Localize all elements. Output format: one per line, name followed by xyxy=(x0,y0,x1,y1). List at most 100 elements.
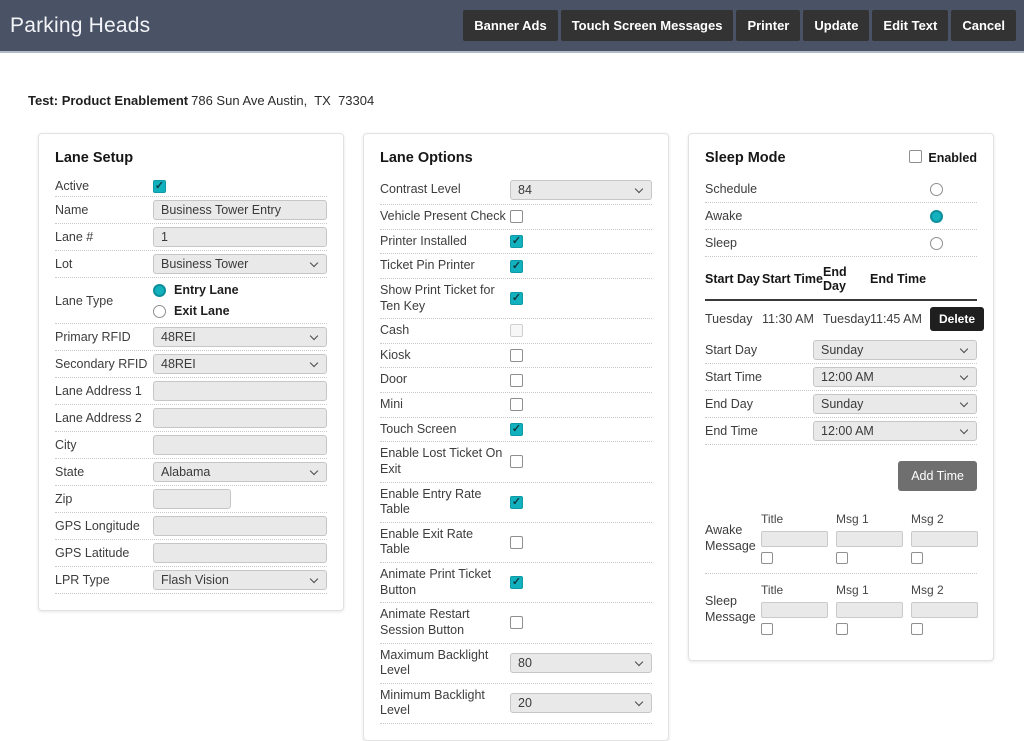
message-column-header: Msg 2 xyxy=(911,512,944,526)
field-row-gps-latitude: GPS Latitude xyxy=(55,540,327,567)
enabled-label: Enabled xyxy=(928,151,977,165)
lot-select[interactable]: Business Tower xyxy=(153,254,327,274)
field-control: 12:00 AM xyxy=(813,421,977,441)
vehicle-present-check-checkbox[interactable] xyxy=(510,210,523,224)
toolbar-button-edit-text[interactable]: Edit Text xyxy=(872,10,949,41)
panel-title-sleep-mode: Sleep Mode xyxy=(705,150,786,166)
site-info: Test: Product Enablement 786 Sun Ave Aust… xyxy=(28,93,1024,108)
field-control: ✓ xyxy=(510,576,652,590)
field-label: End Time xyxy=(705,424,758,438)
awake-message-title-checkbox[interactable] xyxy=(761,552,773,564)
enable-entry-rate-table-checkbox[interactable]: ✓ xyxy=(510,495,523,509)
show-print-ticket-for-ten-key-checkbox[interactable]: ✓ xyxy=(510,292,523,305)
city-input[interactable] xyxy=(153,435,327,455)
chevron-down-icon xyxy=(959,371,969,380)
awake-radio[interactable] xyxy=(930,209,943,223)
sleep-message-msg-2-checkbox[interactable] xyxy=(911,623,923,635)
secondary-rfid-select[interactable]: 48REI xyxy=(153,354,327,374)
schedule-row: Tuesday 11:30 AM Tuesday 11:45 AM Delete xyxy=(705,301,985,337)
animate-print-ticket-button-checkbox[interactable]: ✓ xyxy=(510,576,523,590)
field-control: Business Tower Entry xyxy=(153,200,327,220)
end-day-select[interactable]: Sunday xyxy=(813,394,977,414)
add-time-button[interactable]: Add Time xyxy=(898,461,977,491)
field-control xyxy=(153,543,327,563)
field-label: Animate Restart Session Button xyxy=(380,607,470,637)
door-checkbox[interactable] xyxy=(510,373,523,387)
sleep-mode-row-sleep: Sleep xyxy=(705,230,977,257)
zip-input[interactable] xyxy=(153,489,231,509)
sleep-radio[interactable] xyxy=(930,236,943,250)
awake-message-msg-2-checkbox[interactable] xyxy=(911,552,923,564)
field-label: Start Time xyxy=(705,370,762,384)
primary-rfid-select[interactable]: 48REI xyxy=(153,327,327,347)
enable-exit-rate-table-checkbox[interactable] xyxy=(510,535,523,549)
message-group-label: Sleep Message xyxy=(705,593,756,624)
panel-title-lane-setup: Lane Setup xyxy=(55,150,134,166)
active-checkbox[interactable]: ✓ xyxy=(153,179,166,193)
animate-restart-session-button-checkbox[interactable] xyxy=(510,616,523,630)
field-row-city: City xyxy=(55,432,327,459)
awake-message-msg-2-input[interactable] xyxy=(911,531,978,547)
lpr-type-select[interactable]: Flash Vision xyxy=(153,570,327,590)
toolbar-button-touch-screen-messages[interactable]: Touch Screen Messages xyxy=(560,10,734,41)
state-select[interactable]: Alabama xyxy=(153,462,327,482)
schedule-cell: Tuesday xyxy=(823,312,871,326)
sleep-message-msg-1-input[interactable] xyxy=(836,602,903,618)
awake-message-group: Awake Message Title Msg 1 Msg 2 xyxy=(705,503,978,574)
sleep-message-msg-2-input[interactable] xyxy=(911,602,978,618)
lane-address-2-input[interactable] xyxy=(153,408,327,428)
field-row-secondary-rfid: Secondary RFID 48REI xyxy=(55,351,327,378)
field-row-animate-restart-session-button: Animate Restart Session Button xyxy=(380,603,652,644)
field-control: 12:00 AM xyxy=(813,367,977,387)
exit-lane-radio[interactable] xyxy=(153,304,166,318)
field-control: ✓ xyxy=(153,179,327,193)
name-input[interactable]: Business Tower Entry xyxy=(153,200,327,220)
lane-address-1-input[interactable] xyxy=(153,381,327,401)
site-address: 786 Sun Ave Austin, TX 73304 xyxy=(191,93,375,108)
toolbar-button-banner-ads[interactable]: Banner Ads xyxy=(463,10,558,41)
field-control: ✓ xyxy=(510,495,652,509)
delete-button[interactable]: Delete xyxy=(930,307,985,331)
add-time-row: Add Time xyxy=(705,445,977,503)
entry-lane-radio[interactable] xyxy=(153,283,166,297)
gps-latitude-input[interactable] xyxy=(153,543,327,563)
printer-installed-checkbox[interactable]: ✓ xyxy=(510,234,523,248)
checkmark-icon: ✓ xyxy=(511,292,522,304)
field-row-door: Door xyxy=(380,368,652,393)
sleep-message-title-checkbox[interactable] xyxy=(761,623,773,635)
start-day-select[interactable]: Sunday xyxy=(813,340,977,360)
toolbar-button-update[interactable]: Update xyxy=(803,10,870,41)
awake-message-title-input[interactable] xyxy=(761,531,828,547)
lane-input[interactable]: 1 xyxy=(153,227,327,247)
field-label: Lane Address 2 xyxy=(55,411,142,425)
maximum-backlight-level-select[interactable]: 80 xyxy=(510,653,652,674)
radio-option-exit-lane[interactable]: Exit Lane xyxy=(153,304,239,318)
enabled-checkbox[interactable] xyxy=(909,150,923,163)
toolbar-button-cancel[interactable]: Cancel xyxy=(951,10,1016,41)
awake-message-msg-1-input[interactable] xyxy=(836,531,903,547)
mini-checkbox[interactable] xyxy=(510,398,523,412)
start-time-select[interactable]: 12:00 AM xyxy=(813,367,977,387)
schedule-radio[interactable] xyxy=(930,182,943,196)
minimum-backlight-level-select[interactable]: 20 xyxy=(510,693,652,714)
sleep-message-title-input[interactable] xyxy=(761,602,828,618)
ticket-pin-printer-checkbox[interactable]: ✓ xyxy=(510,259,523,273)
cash-checkbox xyxy=(510,324,523,338)
enable-lost-ticket-on-exit-checkbox[interactable] xyxy=(510,455,523,469)
select-value: Business Tower xyxy=(161,257,249,271)
sleep-message-msg-1-checkbox[interactable] xyxy=(836,623,848,635)
toolbar-button-printer[interactable]: Printer xyxy=(736,10,801,41)
field-control: ✓ xyxy=(510,234,652,248)
field-label: Enable Lost Ticket On Exit xyxy=(380,446,503,476)
enabled-toggle[interactable]: Enabled xyxy=(909,150,977,166)
awake-message-msg-1-checkbox[interactable] xyxy=(836,552,848,564)
gps-longitude-input[interactable] xyxy=(153,516,327,536)
touch-screen-checkbox[interactable]: ✓ xyxy=(510,422,523,436)
contrast-level-select[interactable]: 84 xyxy=(510,180,652,200)
radio-option-entry-lane[interactable]: Entry Lane xyxy=(153,283,239,297)
end-time-select[interactable]: 12:00 AM xyxy=(813,421,977,441)
field-label: End Day xyxy=(705,397,753,411)
kiosk-checkbox[interactable] xyxy=(510,349,523,363)
field-control xyxy=(510,349,652,363)
enabled-checkbox-slot xyxy=(909,150,923,166)
